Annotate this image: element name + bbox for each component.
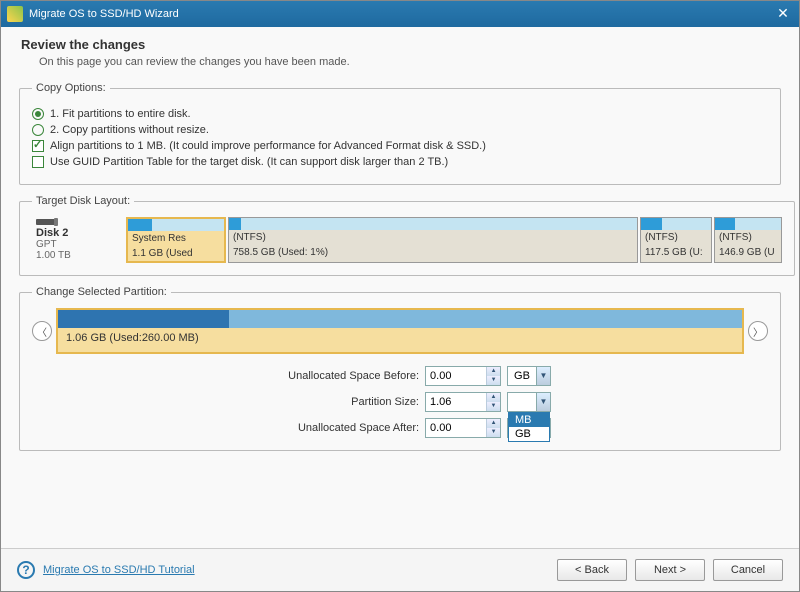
partition-bar: System Res1.1 GB (Used(NTFS)758.5 GB (Us… [126, 217, 782, 263]
page-subtitle: On this page you can review the changes … [39, 56, 779, 68]
target-disk-layout-group: Target Disk Layout: Disk 2 GPT 1.00 TB S… [19, 195, 795, 276]
page-title: Review the changes [21, 37, 779, 52]
unalloc-before-label: Unallocated Space Before: [249, 370, 419, 382]
disk-info: Disk 2 GPT 1.00 TB [32, 217, 122, 263]
next-button[interactable]: Next > [635, 559, 705, 581]
checkbox-icon [32, 156, 44, 168]
spin-up-icon[interactable]: ▲ [487, 367, 500, 376]
back-button[interactable]: < Back [557, 559, 627, 581]
chevron-down-icon: ▼ [536, 367, 550, 385]
radio-fit-partitions[interactable]: 1. Fit partitions to entire disk. [32, 108, 768, 120]
partition[interactable]: System Res1.1 GB (Used [126, 217, 226, 263]
help-icon[interactable]: ? [17, 561, 35, 579]
titlebar: Migrate OS to SSD/HD Wizard ✕ [1, 1, 799, 27]
wizard-window: Migrate OS to SSD/HD Wizard ✕ Review the… [0, 0, 800, 592]
partition[interactable]: (NTFS)117.5 GB (U: [640, 217, 712, 263]
radio-icon [32, 108, 44, 120]
spin-up-icon[interactable]: ▲ [487, 393, 500, 402]
disk-icon [36, 219, 56, 225]
unit-option-mb[interactable]: MB [509, 413, 549, 427]
partition-size-input[interactable]: ▲▼ [425, 392, 501, 412]
content: Copy Options: 1. Fit partitions to entir… [1, 82, 799, 548]
unalloc-after-label: Unallocated Space After: [249, 422, 419, 434]
footer: ? Migrate OS to SSD/HD Tutorial < Back N… [1, 548, 799, 591]
partition[interactable]: (NTFS)758.5 GB (Used: 1%) [228, 217, 638, 263]
change-legend: Change Selected Partition: [32, 286, 171, 298]
spin-down-icon[interactable]: ▼ [487, 428, 500, 437]
checkbox-align-partitions[interactable]: Align partitions to 1 MB. (It could impr… [32, 140, 768, 152]
checkbox-guid-table[interactable]: Use GUID Partition Table for the target … [32, 156, 768, 168]
header: Review the changes On this page you can … [1, 27, 799, 82]
layout-legend: Target Disk Layout: [32, 195, 134, 207]
partition-size-unit[interactable]: ▼ MB GB [507, 392, 551, 412]
change-row: 〈 1.06 GB (Used:260.00 MB) 〉 [32, 308, 768, 354]
prev-partition-button[interactable]: 〈 [32, 321, 52, 341]
unalloc-before-input[interactable]: ▲▼ [425, 366, 501, 386]
unalloc-after-input[interactable]: ▲▼ [425, 418, 501, 438]
next-partition-button[interactable]: 〉 [748, 321, 768, 341]
spin-down-icon[interactable]: ▼ [487, 376, 500, 385]
selected-partition[interactable]: 1.06 GB (Used:260.00 MB) [56, 308, 744, 354]
radio-copy-without-resize[interactable]: 2. Copy partitions without resize. [32, 124, 768, 136]
spin-down-icon[interactable]: ▼ [487, 402, 500, 411]
copy-options-group: Copy Options: 1. Fit partitions to entir… [19, 82, 781, 185]
partition[interactable]: (NTFS)146.9 GB (U [714, 217, 782, 263]
window-title: Migrate OS to SSD/HD Wizard [29, 8, 773, 20]
change-partition-group: Change Selected Partition: 〈 1.06 GB (Us… [19, 286, 781, 451]
checkbox-icon [32, 140, 44, 152]
close-icon[interactable]: ✕ [773, 4, 793, 24]
size-form: Unallocated Space Before: ▲▼ GB▼ Partiti… [32, 366, 768, 438]
unit-option-gb[interactable]: GB [509, 427, 549, 441]
radio-icon [32, 124, 44, 136]
chevron-down-icon: ▼ [536, 393, 550, 411]
tutorial-link[interactable]: Migrate OS to SSD/HD Tutorial [43, 564, 195, 576]
unalloc-before-unit[interactable]: GB▼ [507, 366, 551, 386]
copy-options-legend: Copy Options: [32, 82, 110, 94]
disk-layout: Disk 2 GPT 1.00 TB System Res1.1 GB (Use… [32, 217, 782, 263]
spin-up-icon[interactable]: ▲ [487, 419, 500, 428]
cancel-button[interactable]: Cancel [713, 559, 783, 581]
partition-size-label: Partition Size: [249, 396, 419, 408]
app-icon [7, 6, 23, 22]
unit-dropdown-menu: MB GB [508, 412, 550, 442]
